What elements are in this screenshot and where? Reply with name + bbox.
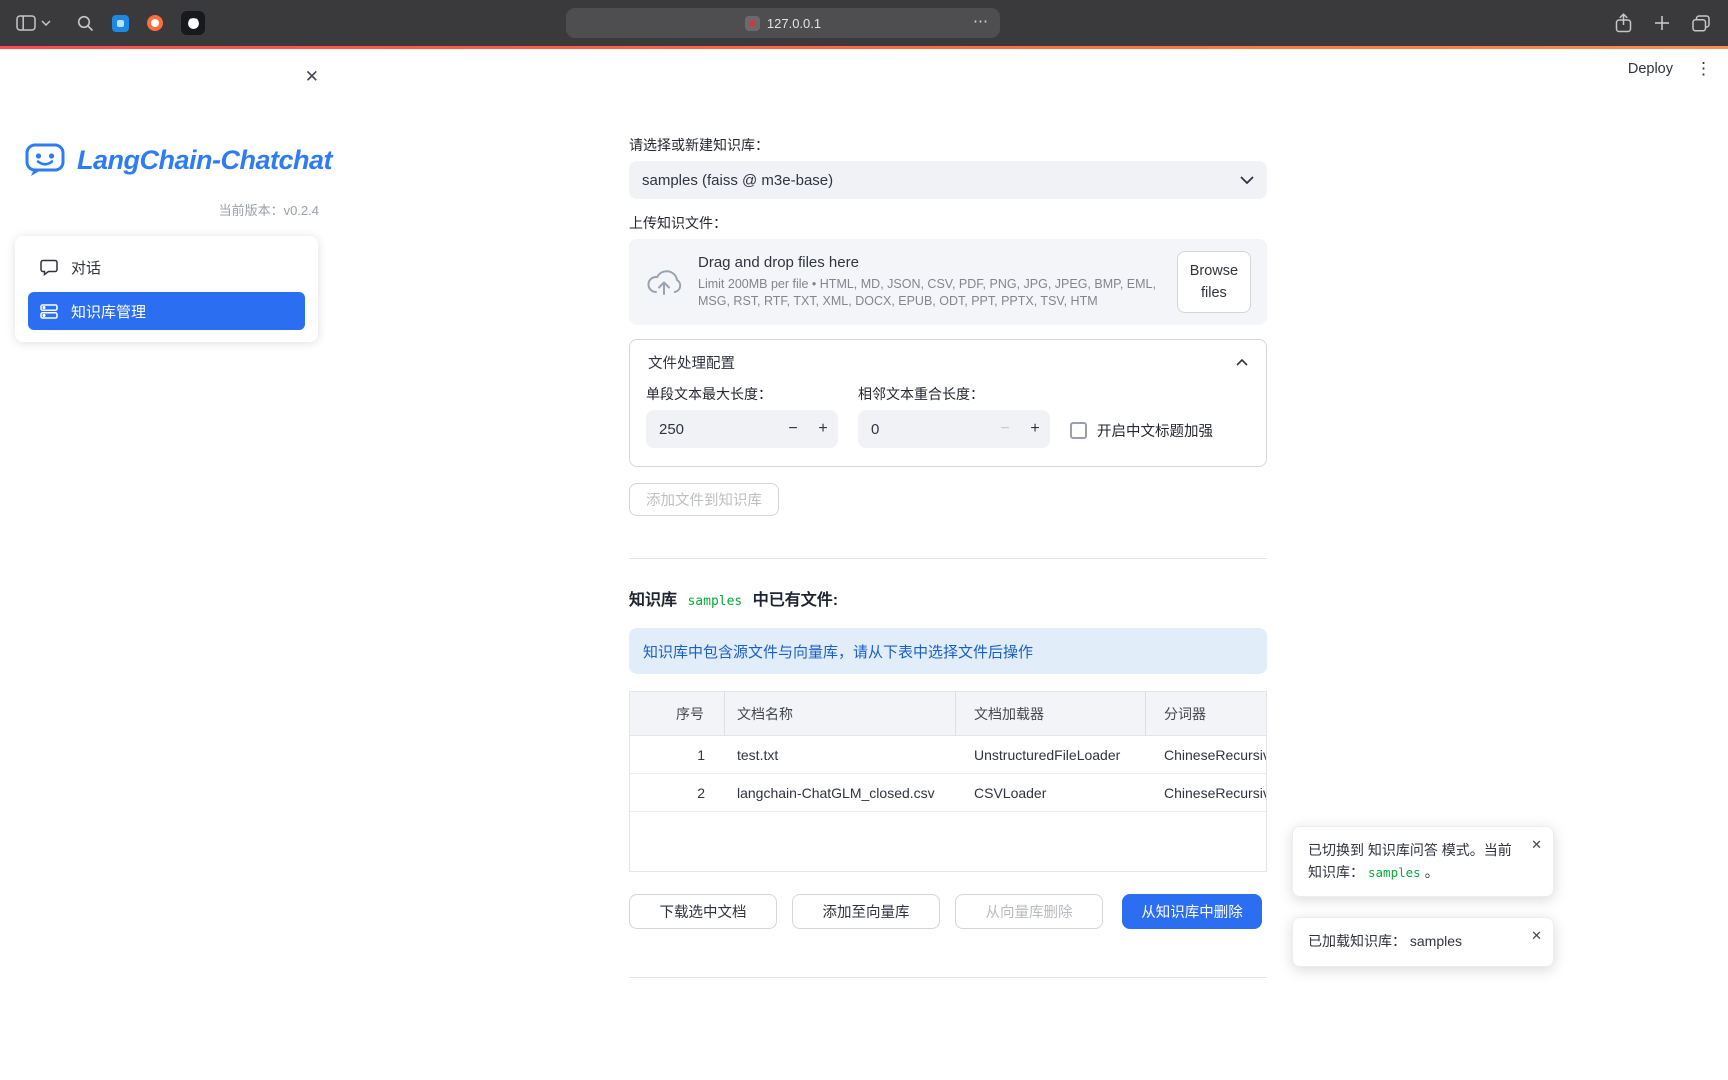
stack-icon (40, 304, 58, 319)
overlap-increment-button[interactable]: + (1020, 410, 1050, 448)
chunk-size-value[interactable]: 250 (646, 421, 778, 438)
toast-text: 已加载知识库： samples (1308, 933, 1462, 949)
browser-toolbar: 127.0.0.1 ⋯ (0, 0, 1728, 46)
toast-close-icon[interactable]: ✕ (1531, 837, 1542, 853)
logo-chat-icon (24, 141, 66, 179)
cell-splitter: ChineseRecursive (1146, 747, 1266, 763)
kb-files-heading: 知识库 samples 中已有文件: (629, 591, 1267, 612)
download-selected-button[interactable]: 下载选中文档 (629, 894, 777, 929)
version-caption: 当前版本：v0.2.4 (219, 200, 319, 219)
deploy-button[interactable]: Deploy (1628, 61, 1673, 77)
file-config-expander: 文件处理配置 单段文本最大长度： 250 − + (629, 339, 1267, 467)
site-favicon (745, 16, 760, 31)
table-row[interactable]: 2 langchain-ChatGLM_closed.csv CSVLoader… (630, 774, 1266, 812)
extension-icon-orange[interactable] (147, 15, 163, 31)
overlap-value[interactable]: 0 (858, 421, 990, 438)
github-extension-icon[interactable] (181, 11, 205, 35)
cell-doc-name: langchain-ChatGLM_closed.csv (725, 785, 956, 801)
delete-from-vector-store-button[interactable]: 从向量库删除 (955, 894, 1103, 929)
table-row[interactable]: 1 test.txt UnstructuredFileLoader Chines… (630, 736, 1266, 774)
heading-kb-name-code: samples (687, 594, 742, 609)
chunk-size-increment-button[interactable]: + (808, 410, 838, 448)
cell-splitter: ChineseRecursive (1146, 785, 1266, 801)
cell-doc-name: test.txt (725, 747, 956, 763)
info-text: 知识库中包含源文件与向量库，请从下表中选择文件后操作 (643, 641, 1033, 662)
sidebar-close-button[interactable]: ✕ (305, 67, 319, 87)
expander-header[interactable]: 文件处理配置 (630, 340, 1266, 384)
overlap-label: 相邻文本重合长度： (858, 386, 1050, 402)
chunk-size-field: 单段文本最大长度： 250 − + (646, 386, 838, 448)
dropzone-limit-text: Limit 200MB per file • HTML, MD, JSON, C… (698, 276, 1162, 310)
extension-icon-blue[interactable] (112, 15, 129, 32)
chunk-size-label: 单段文本最大长度： (646, 386, 838, 402)
delete-from-kb-button[interactable]: 从知识库中删除 (1122, 894, 1262, 929)
kb-select-label: 请选择或新建知识库： (629, 137, 1267, 153)
table-header-loader[interactable]: 文档加载器 (956, 692, 1146, 735)
menu-item-label: 知识库管理 (71, 301, 146, 322)
overlap-field: 相邻文本重合长度： 0 − + (858, 386, 1050, 448)
sidebar: ✕ LangChain-Chatchat 当前版本：v0.2.4 (0, 49, 333, 1080)
page-options-icon[interactable]: ⋯ (973, 12, 989, 30)
cloud-upload-icon (645, 267, 683, 297)
kb-selectbox-value: samples (faiss @ m3e-base) (642, 172, 833, 189)
add-files-button[interactable]: 添加文件到知识库 (629, 483, 779, 516)
menu-item-label: 对话 (71, 257, 101, 278)
chevron-down-icon[interactable] (41, 20, 51, 26)
url-text: 127.0.0.1 (767, 16, 821, 31)
table-header-row: 序号 文档名称 文档加载器 分词器 (630, 692, 1266, 736)
chevron-down-icon (1240, 176, 1254, 184)
menu-item-knowledge-base[interactable]: 知识库管理 (28, 292, 305, 330)
expander-title: 文件处理配置 (648, 352, 735, 373)
checkbox-unchecked[interactable] (1070, 422, 1087, 439)
kebab-menu-icon[interactable]: ⋮ (1695, 59, 1712, 79)
cell-loader: CSVLoader (956, 785, 1146, 801)
toast-kb-name-code: samples (1368, 865, 1421, 880)
overlap-decrement-button: − (990, 410, 1020, 448)
overlap-input[interactable]: 0 − + (858, 410, 1050, 448)
tab-overview-icon[interactable] (1692, 15, 1710, 32)
chunk-size-input[interactable]: 250 − + (646, 410, 838, 448)
cell-loader: UnstructuredFileLoader (956, 747, 1146, 763)
search-icon[interactable] (77, 15, 94, 32)
sidebar-menu: 对话 知识库管理 (15, 236, 318, 342)
toast-mode-switched: 已切换到 知识库问答 模式。当前知识库：samples。 ✕ (1292, 826, 1554, 897)
divider (629, 558, 1267, 559)
kb-selectbox[interactable]: samples (faiss @ m3e-base) (629, 161, 1267, 199)
chat-icon (40, 259, 58, 276)
upload-label: 上传知识文件： (629, 215, 1267, 231)
table-action-buttons: 下载选中文档 添加至向量库 从向量库删除 从知识库中删除 (629, 894, 1267, 929)
toast-close-icon[interactable]: ✕ (1531, 928, 1542, 944)
sidebar-toggle-icon[interactable] (16, 15, 36, 31)
app-logo: LangChain-Chatchat (24, 141, 332, 179)
menu-item-dialogue[interactable]: 对话 (28, 248, 305, 286)
info-banner: 知识库中包含源文件与向量库，请从下表中选择文件后操作 (629, 628, 1267, 674)
chevron-up-icon (1236, 359, 1248, 366)
share-icon[interactable] (1615, 13, 1632, 33)
heading-suffix: 中已有文件: (753, 592, 838, 609)
logo-text: LangChain-Chatchat (77, 145, 332, 176)
files-table: 序号 文档名称 文档加载器 分词器 1 test.txt Unstructure… (629, 691, 1267, 872)
toast-text-suffix: 。 (1425, 864, 1439, 880)
cell-index: 2 (630, 785, 725, 801)
table-header-splitter[interactable]: 分词器 (1146, 692, 1266, 735)
title-enhance-checkbox-group[interactable]: 开启中文标题加强 (1070, 420, 1213, 441)
toast-kb-loaded: 已加载知识库： samples ✕ (1292, 917, 1554, 967)
table-header-index[interactable]: 序号 (630, 692, 725, 735)
table-header-doc-name[interactable]: 文档名称 (725, 692, 956, 735)
heading-prefix: 知识库 (629, 592, 677, 609)
divider (629, 977, 1267, 978)
new-tab-icon[interactable] (1654, 15, 1670, 31)
browse-files-button[interactable]: Browse files (1177, 251, 1251, 314)
add-to-vector-store-button[interactable]: 添加至向量库 (792, 894, 940, 929)
chunk-size-decrement-button[interactable]: − (778, 410, 808, 448)
address-bar[interactable]: 127.0.0.1 ⋯ (566, 8, 1000, 38)
dropzone-title: Drag and drop files here (698, 254, 1162, 271)
cell-index: 1 (630, 747, 725, 763)
file-uploader-dropzone[interactable]: Drag and drop files here Limit 200MB per… (629, 239, 1267, 325)
checkbox-label: 开启中文标题加强 (1097, 420, 1213, 441)
